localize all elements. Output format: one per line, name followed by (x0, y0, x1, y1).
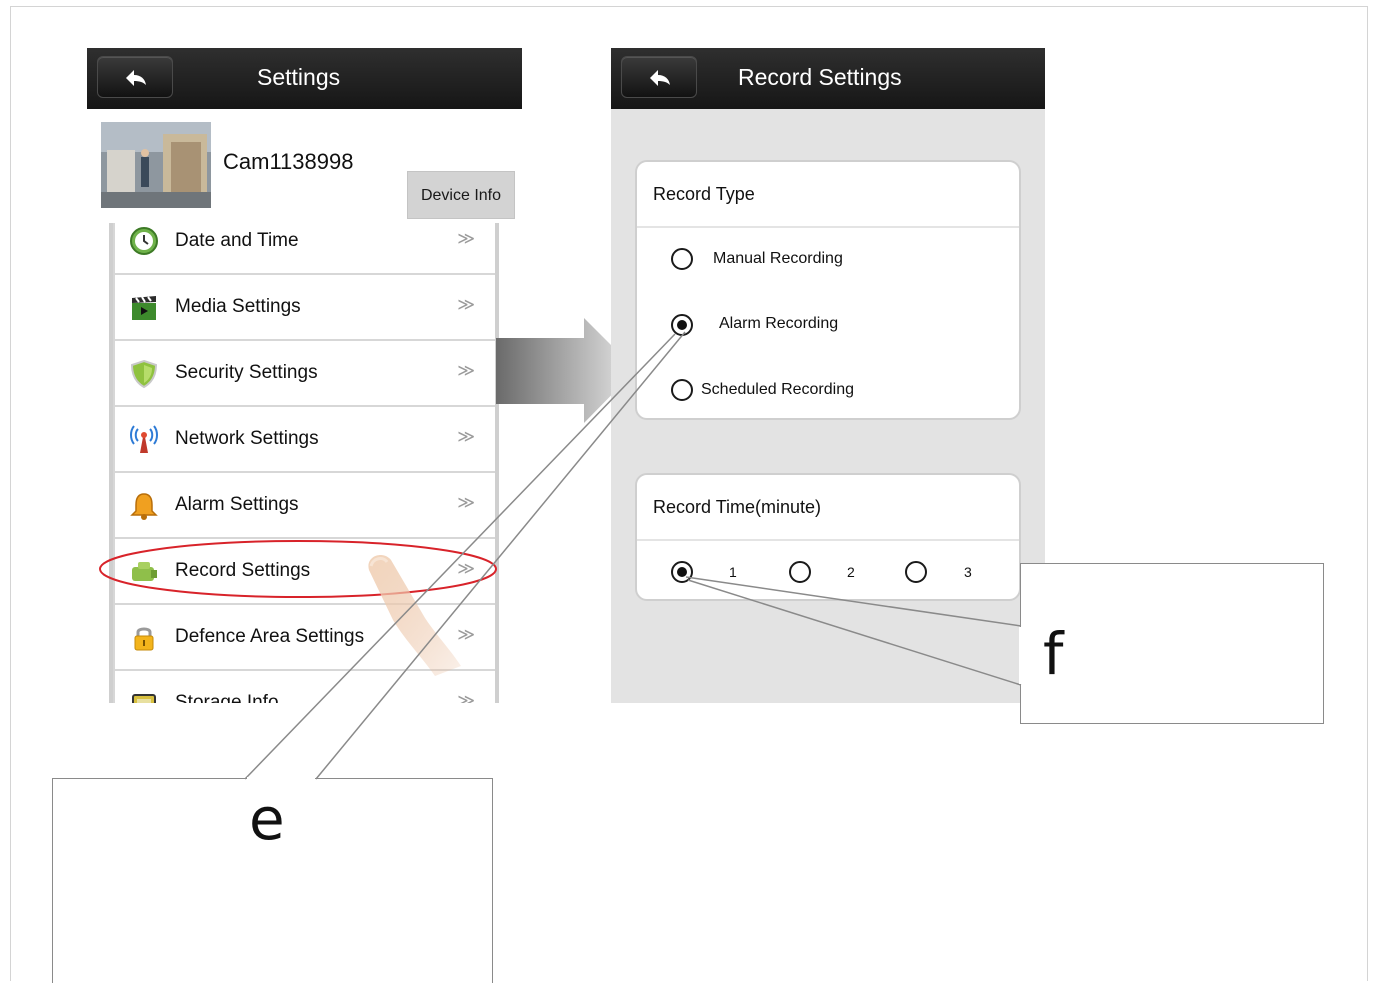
storage-icon (132, 694, 156, 703)
lock-icon (134, 627, 154, 651)
back-button[interactable] (97, 56, 173, 98)
callout-letter-f: f (1043, 620, 1064, 688)
device-info-button[interactable]: Device Info (407, 171, 515, 219)
menu-item-alarm-settings[interactable]: Alarm Settings ≫ (115, 473, 495, 537)
radio-label: Alarm Recording (719, 315, 839, 332)
back-button[interactable] (621, 56, 697, 98)
menu-item-label: Media Settings (175, 296, 301, 317)
chevron-right-icon: ≫ (457, 493, 475, 512)
menu-item-storage-info[interactable]: Storage Info ≫ (115, 671, 495, 703)
menu-item-defence-area-settings[interactable]: Defence Area Settings ≫ (115, 605, 495, 669)
menu-item-record-settings[interactable]: Record Settings ≫ (115, 539, 495, 603)
radio-label: 2 (847, 564, 855, 580)
menu-item-label: Alarm Settings (175, 494, 299, 515)
device-name: Cam1138998 (223, 149, 354, 174)
radio-button-scheduled[interactable] (671, 379, 693, 401)
record-type-card: Record Type Manual Recording Alarm Recor… (635, 160, 1021, 420)
clapperboard-icon (132, 296, 156, 320)
menu-item-label: Storage Info (175, 692, 279, 703)
radio-label: 3 (964, 564, 972, 580)
chevron-right-icon: ≫ (457, 229, 475, 248)
record-time-options: 1 2 3 (637, 553, 1017, 593)
shield-icon (130, 359, 158, 389)
settings-menu: Date and Time ≫ Media Settings ≫ Securit… (115, 223, 495, 703)
menu-item-label: Date and Time (175, 230, 299, 251)
callout-letter-e: e (249, 785, 285, 853)
record-time-card: Record Time(minute) 1 2 3 (635, 473, 1021, 601)
chevron-right-icon: ≫ (457, 559, 475, 578)
record-time-header: Record Time(minute) (637, 475, 1019, 541)
chevron-right-icon: ≫ (457, 625, 475, 644)
radio-option-manual-recording[interactable]: Manual Recording (637, 240, 1017, 280)
settings-screen: Settings Cam1138998 Device Info Date and… (87, 48, 522, 703)
menu-item-network-settings[interactable]: Network Settings ≫ (115, 407, 495, 471)
menu-item-label: Defence Area Settings (175, 626, 365, 647)
clock-icon (130, 227, 158, 255)
record-settings-screen: Record Settings Record Type Manual Recor… (611, 48, 1045, 703)
callout-box-e: e (52, 778, 493, 983)
radio-option-scheduled-recording[interactable]: Scheduled Recording (637, 371, 1017, 411)
back-arrow-icon (126, 70, 146, 86)
radio-button-time-2[interactable] (789, 561, 811, 583)
radio-label: Scheduled Recording (701, 381, 854, 398)
menu-item-label: Record Settings (175, 560, 311, 581)
page-title: Settings (257, 64, 341, 90)
chevron-right-icon: ≫ (457, 361, 475, 380)
camera-icon (132, 562, 157, 581)
record-settings-topbar: Record Settings (611, 48, 1045, 109)
radio-label: Manual Recording (713, 250, 843, 267)
chevron-right-icon: ≫ (457, 427, 475, 446)
menu-item-media-settings[interactable]: Media Settings ≫ (115, 275, 495, 339)
chevron-right-icon: ≫ (457, 295, 475, 314)
radio-label: 1 (729, 564, 737, 580)
bell-icon (130, 493, 158, 520)
radio-option-alarm-recording[interactable]: Alarm Recording (637, 305, 1017, 345)
radio-button-alarm[interactable] (671, 314, 693, 336)
menu-item-security-settings[interactable]: Security Settings ≫ (115, 341, 495, 405)
chevron-right-icon: ≫ (457, 691, 475, 703)
radio-button-time-3[interactable] (905, 561, 927, 583)
radio-button-manual[interactable] (671, 248, 693, 270)
settings-topbar: Settings (87, 48, 522, 109)
antenna-icon (130, 425, 158, 453)
back-arrow-icon (650, 70, 670, 86)
radio-button-time-1[interactable] (671, 561, 693, 583)
page-title: Record Settings (738, 64, 902, 90)
menu-item-date-and-time[interactable]: Date and Time ≫ (115, 223, 495, 273)
callout-box-f: f (1020, 563, 1324, 724)
record-type-header: Record Type (637, 162, 1019, 228)
menu-item-label: Security Settings (175, 362, 318, 383)
camera-thumbnail (101, 122, 211, 208)
menu-item-label: Network Settings (175, 428, 319, 449)
